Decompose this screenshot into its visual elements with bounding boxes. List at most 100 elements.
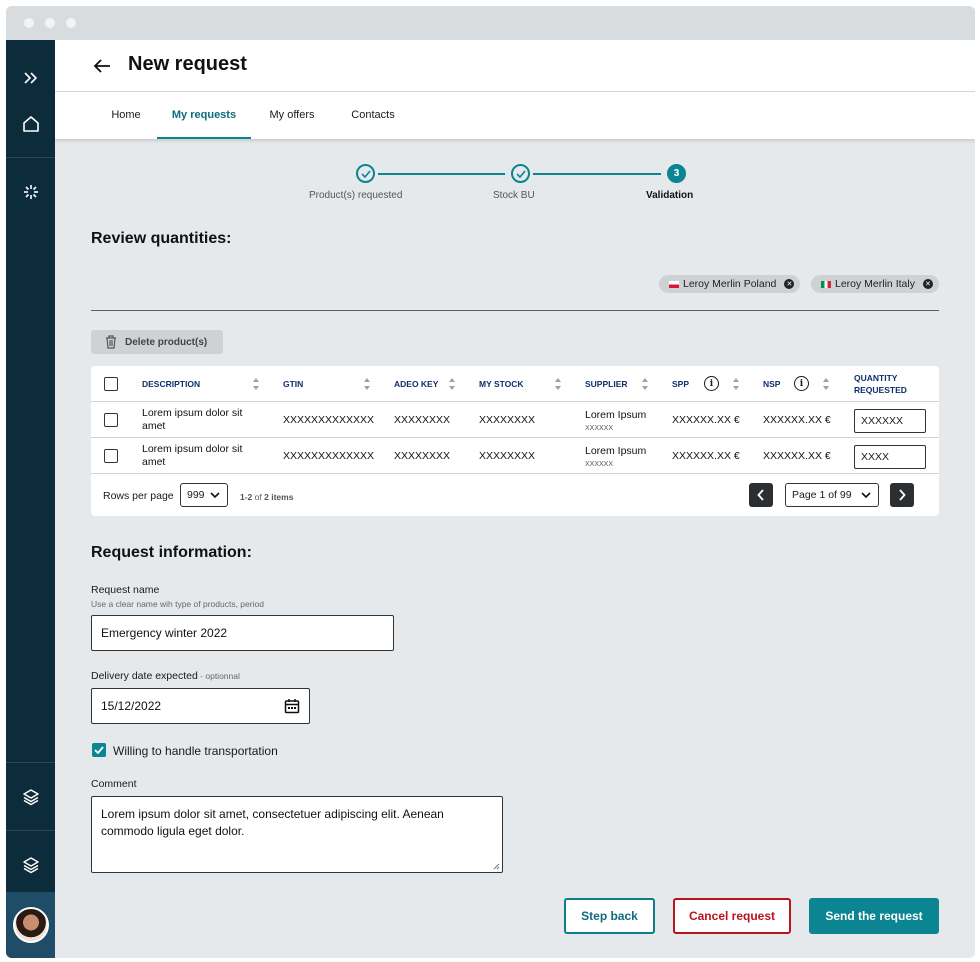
tab-contacts[interactable]: Contacts bbox=[348, 92, 398, 139]
check-icon bbox=[515, 169, 526, 178]
cancel-request-button[interactable]: Cancel request bbox=[673, 898, 791, 934]
transportation-label[interactable]: Willing to handle transportation bbox=[113, 744, 278, 758]
column-header-quantity-requested[interactable]: QUANTITY REQUESTED bbox=[854, 366, 907, 402]
review-quantities-title: Review quantities: bbox=[91, 230, 232, 247]
rows-per-page-select[interactable]: 999 bbox=[180, 483, 228, 507]
quantity-input[interactable]: XXXX bbox=[854, 445, 926, 469]
back-arrow-icon[interactable] bbox=[92, 56, 112, 76]
column-header-my-stock[interactable]: MY STOCK bbox=[479, 366, 524, 402]
sidebar-divider bbox=[6, 157, 55, 158]
info-icon[interactable]: i bbox=[704, 376, 719, 391]
row-checkbox[interactable] bbox=[104, 413, 118, 427]
sort-icon[interactable] bbox=[822, 377, 830, 391]
sort-icon[interactable] bbox=[641, 377, 649, 391]
home-nav-button[interactable] bbox=[6, 106, 55, 142]
my-stock-cell: XXXXXXXX bbox=[479, 414, 536, 426]
step-2-check bbox=[511, 164, 530, 183]
select-all-checkbox[interactable] bbox=[104, 377, 118, 391]
tab-my-requests[interactable]: My requests bbox=[157, 92, 251, 139]
comment-line: Lorem ipsum dolor sit amet, consectetuer… bbox=[101, 807, 444, 821]
delivery-date-input[interactable]: 15/12/2022 bbox=[91, 688, 310, 724]
next-page-button[interactable] bbox=[890, 483, 914, 507]
main-content: New request Home My requests My offers C… bbox=[55, 40, 975, 958]
sidebar bbox=[6, 40, 55, 958]
item-total: 2 items bbox=[264, 492, 294, 502]
description-line: Lorem ipsum dolor sit bbox=[142, 407, 243, 419]
row-checkbox[interactable] bbox=[104, 449, 118, 463]
page-header: New request bbox=[55, 40, 975, 92]
chip-label: Leroy Merlin Poland bbox=[683, 278, 777, 290]
column-header-spp[interactable]: SPP bbox=[672, 366, 689, 402]
column-header-description[interactable]: DESCRIPTION bbox=[142, 366, 200, 402]
products-table: DESCRIPTION GTIN ADEO KEY MY STOCK SUPPL… bbox=[91, 366, 939, 516]
chip-label: Leroy Merlin Italy bbox=[835, 278, 915, 290]
delivery-date-label-text: Delivery date expected bbox=[91, 670, 198, 682]
calendar-icon[interactable] bbox=[284, 698, 300, 714]
window-dot[interactable] bbox=[24, 18, 34, 28]
sparkle-icon bbox=[23, 185, 38, 199]
user-profile-button[interactable] bbox=[6, 892, 55, 958]
sparkle-nav-button[interactable] bbox=[6, 174, 55, 210]
layers-nav-button-2[interactable] bbox=[6, 847, 55, 883]
tab-bar: Home My requests My offers Contacts bbox=[55, 92, 975, 139]
supplier-code: XXXXXX bbox=[585, 425, 614, 432]
column-header-nsp[interactable]: NSP bbox=[763, 366, 780, 402]
column-header-adeo-key[interactable]: ADEO KEY bbox=[394, 366, 438, 402]
supplier-name: Lorem Ipsum bbox=[585, 409, 647, 421]
sort-icon[interactable] bbox=[363, 377, 371, 391]
quantity-input[interactable]: XXXXXX bbox=[854, 409, 926, 433]
rows-per-page-value: 999 bbox=[187, 489, 205, 501]
close-icon[interactable]: ✕ bbox=[922, 279, 933, 289]
filter-chip-poland: Leroy Merlin Poland ✕ bbox=[659, 275, 801, 293]
delete-products-button[interactable]: Delete product(s) bbox=[91, 330, 223, 354]
step-label-active: Validation bbox=[646, 190, 694, 201]
tab-home[interactable]: Home bbox=[106, 92, 146, 139]
my-stock-cell: XXXXXXXX bbox=[479, 450, 536, 462]
expand-sidebar-button[interactable] bbox=[6, 60, 55, 96]
trash-icon bbox=[106, 335, 116, 349]
request-name-label: Request name bbox=[91, 584, 160, 596]
section-divider bbox=[91, 310, 939, 311]
description-line: amet bbox=[142, 420, 166, 432]
resize-handle-icon[interactable] bbox=[493, 863, 500, 870]
close-icon[interactable]: ✕ bbox=[784, 279, 795, 289]
sort-icon[interactable] bbox=[252, 377, 260, 391]
comment-label: Comment bbox=[91, 778, 137, 790]
layers-nav-button[interactable] bbox=[6, 779, 55, 815]
check-icon bbox=[360, 169, 371, 178]
delivery-date-label: Delivery date expected - optionnal bbox=[91, 670, 240, 682]
request-name-input[interactable]: Emergency winter 2022 bbox=[91, 615, 394, 651]
info-icon[interactable]: i bbox=[794, 376, 809, 391]
filter-chip-italy: Leroy Merlin Italy ✕ bbox=[811, 275, 939, 293]
previous-page-button[interactable] bbox=[749, 483, 773, 507]
step-back-button[interactable]: Step back bbox=[564, 898, 655, 934]
send-request-button[interactable]: Send the request bbox=[809, 898, 939, 934]
column-header-line: REQUESTED bbox=[854, 385, 907, 395]
comment-textarea[interactable]: Lorem ipsum dolor sit amet, consectetuer… bbox=[91, 796, 503, 873]
transportation-checkbox[interactable] bbox=[92, 743, 106, 757]
spp-cell: XXXXXX.XX € bbox=[672, 414, 740, 426]
request-information-title: Request information: bbox=[91, 544, 252, 561]
window-dot[interactable] bbox=[45, 18, 55, 28]
sort-icon[interactable] bbox=[448, 377, 456, 391]
request-name-hint: Use a clear name wih type of products, p… bbox=[91, 599, 264, 609]
column-header-gtin[interactable]: GTIN bbox=[283, 366, 303, 402]
page-select-value: Page 1 of 99 bbox=[792, 489, 852, 501]
sort-icon[interactable] bbox=[554, 377, 562, 391]
sort-icon[interactable] bbox=[732, 377, 740, 391]
tab-my-offers[interactable]: My offers bbox=[267, 92, 317, 139]
nsp-cell: XXXXXX.XX € bbox=[763, 414, 831, 426]
item-range: 1-2 bbox=[240, 492, 253, 502]
rows-per-page-label: Rows per page bbox=[103, 490, 174, 502]
layers-icon bbox=[22, 789, 39, 806]
chevron-left-icon bbox=[757, 489, 764, 501]
poland-flag-icon bbox=[669, 280, 679, 288]
step-connector bbox=[378, 173, 505, 175]
supplier-cell: Lorem Ipsum XXXXXX bbox=[585, 445, 646, 471]
table-row: Lorem ipsum dolor sit amet XXXXXXXXXXXXX… bbox=[91, 438, 939, 474]
comment-line: commodo ligula eget dolor. bbox=[101, 824, 245, 838]
window-dot[interactable] bbox=[66, 18, 76, 28]
page-select[interactable]: Page 1 of 99 bbox=[785, 483, 879, 507]
column-header-supplier[interactable]: SUPPLIER bbox=[585, 366, 628, 402]
browser-title-bar bbox=[6, 6, 975, 40]
